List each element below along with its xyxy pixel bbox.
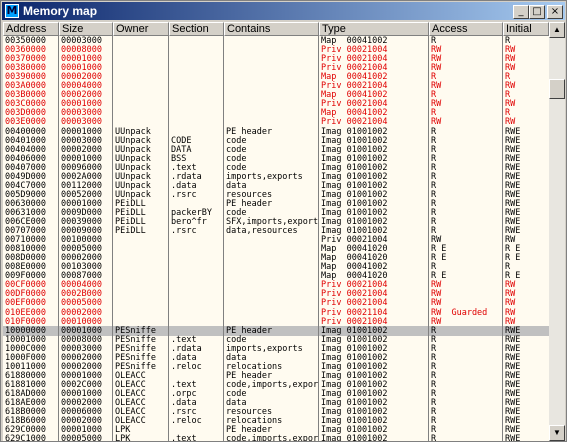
scroll-down-button[interactable]: ▼ (549, 425, 565, 441)
close-button[interactable]: × (547, 5, 563, 19)
column-header-bar: Address Size Owner Section Contains Type… (3, 22, 549, 36)
column-header-initial[interactable]: Initial (503, 22, 549, 36)
minimize-button[interactable]: _ (513, 5, 529, 19)
cell-address: 629C1000 (5, 434, 46, 441)
cell-type: Imag 01001002 (321, 434, 388, 441)
column-separator (318, 36, 319, 441)
column-header-section[interactable]: Section (169, 22, 224, 36)
scroll-up-button[interactable]: ▲ (549, 22, 565, 38)
table-row[interactable]: 629C1000 00005000 LPK .text code,imports,exp… (3, 434, 549, 441)
column-separator (223, 36, 224, 441)
column-separator (112, 36, 113, 441)
memory-map-window: M Memory map _ □ × Address Size Owner Se… (0, 0, 567, 442)
app-icon[interactable]: M (5, 4, 19, 18)
cell-section: .text (171, 434, 197, 441)
column-header-address[interactable]: Address (3, 22, 59, 36)
column-separator (58, 36, 59, 441)
column-separator (502, 36, 503, 441)
vertical-scrollbar[interactable]: ▲ ▼ (549, 22, 565, 441)
column-separator (168, 36, 169, 441)
column-header-type[interactable]: Type (319, 22, 429, 36)
column-header-size[interactable]: Size (59, 22, 113, 36)
scroll-thumb[interactable] (549, 79, 565, 99)
column-header-owner[interactable]: Owner (113, 22, 169, 36)
column-header-contains[interactable]: Contains (224, 22, 319, 36)
cell-contains: code,imports,exports (226, 434, 319, 441)
window-title: Memory map (23, 4, 98, 18)
cell-size: 00005000 (61, 434, 102, 441)
column-separator (428, 36, 429, 441)
cell-access: R (431, 434, 437, 441)
maximize-button[interactable]: □ (529, 5, 545, 19)
cell-owner: LPK (115, 434, 131, 441)
memory-table[interactable]: 00350000 00003000 Map 00041002 R R 00360000 00… (3, 36, 549, 441)
title-bar[interactable]: M Memory map _ □ × (2, 2, 565, 20)
cell-initial: RWE (505, 434, 521, 441)
column-header-access[interactable]: Access (429, 22, 503, 36)
